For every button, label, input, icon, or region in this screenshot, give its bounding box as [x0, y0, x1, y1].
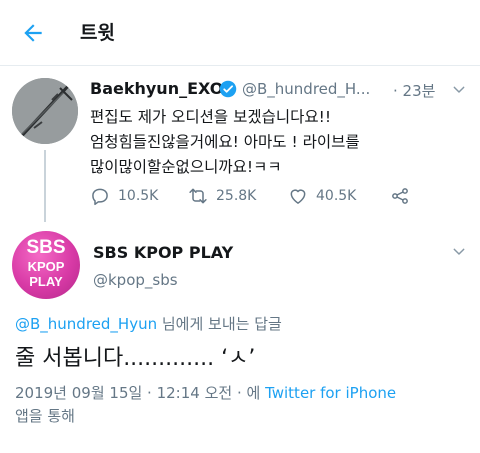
author-handle[interactable]: @B_hundred_H...	[242, 80, 370, 98]
author-name[interactable]: Baekhyun_EXO	[90, 79, 223, 98]
replying-to-suffix: 님에게 보내는 답글	[157, 315, 282, 333]
tweet-time: · 23분	[393, 82, 436, 100]
avatar-logo-text: KPOP	[27, 259, 65, 274]
chevron-down-icon[interactable]	[451, 244, 467, 260]
source-suffix: 앱을 통해	[15, 407, 75, 425]
retweet-button[interactable]: 25.8K	[188, 184, 256, 208]
author-handle[interactable]: @kpop_sbs	[93, 271, 178, 289]
top-bar: 트윗	[0, 0, 480, 66]
share-button[interactable]	[390, 184, 410, 208]
source-link[interactable]: Twitter for iPhone	[265, 384, 396, 402]
retweet-count: 25.8K	[216, 188, 257, 204]
verified-badge-icon	[219, 80, 237, 98]
tweet-text: 줄 서봅니다............. ‘ㅅ’	[15, 346, 256, 371]
avatar-sbs-kpop-play[interactable]: SBS KPOP PLAY	[12, 231, 80, 299]
heart-icon	[290, 189, 306, 204]
reply-count: 10.5K	[118, 188, 159, 204]
page-title: 트윗	[80, 22, 115, 44]
author-name[interactable]: SBS KPOP PLAY	[93, 243, 233, 262]
mention-link[interactable]: @B_hundred_Hyun	[15, 315, 157, 333]
tweet-line: 많이많이할순없으니까요!ㅋㅋ	[90, 158, 282, 176]
reply-icon	[92, 188, 108, 206]
tweet-datetime: 2019년 09월 15일 · 12:14 오전 · 에	[15, 384, 266, 402]
like-count: 40.5K	[316, 188, 357, 204]
tweet-line: 편집도 제가 오디션을 보겠습니다요!!	[90, 108, 332, 126]
retweet-icon	[189, 188, 207, 204]
like-button[interactable]: 40.5K	[288, 184, 356, 208]
tweet-line: 엄청힘들진않을거에요! 아마도 ! 라이브를	[90, 133, 360, 151]
thread-connector	[44, 150, 46, 222]
tweet-actions: 10.5K 25.8K 40.5K	[90, 184, 470, 208]
chevron-down-icon[interactable]	[451, 82, 467, 98]
avatar-baekhyun[interactable]	[12, 78, 78, 144]
tweet-text: 편집도 제가 오디션을 보겠습니다요!! 엄청힘들진않을거에요! 아마도 ! 라…	[90, 105, 470, 180]
avatar-logo-text: SBS	[26, 237, 66, 258]
reply-button[interactable]: 10.5K	[90, 184, 158, 208]
share-icon	[392, 188, 408, 204]
avatar-logo-text: PLAY	[29, 274, 63, 289]
back-arrow-icon[interactable]	[20, 20, 46, 46]
replying-to: @B_hundred_Hyun 님에게 보내는 답글	[15, 313, 282, 334]
tweet-metadata: 2019년 09월 15일 · 12:14 오전 · 에 Twitter for…	[15, 382, 396, 403]
